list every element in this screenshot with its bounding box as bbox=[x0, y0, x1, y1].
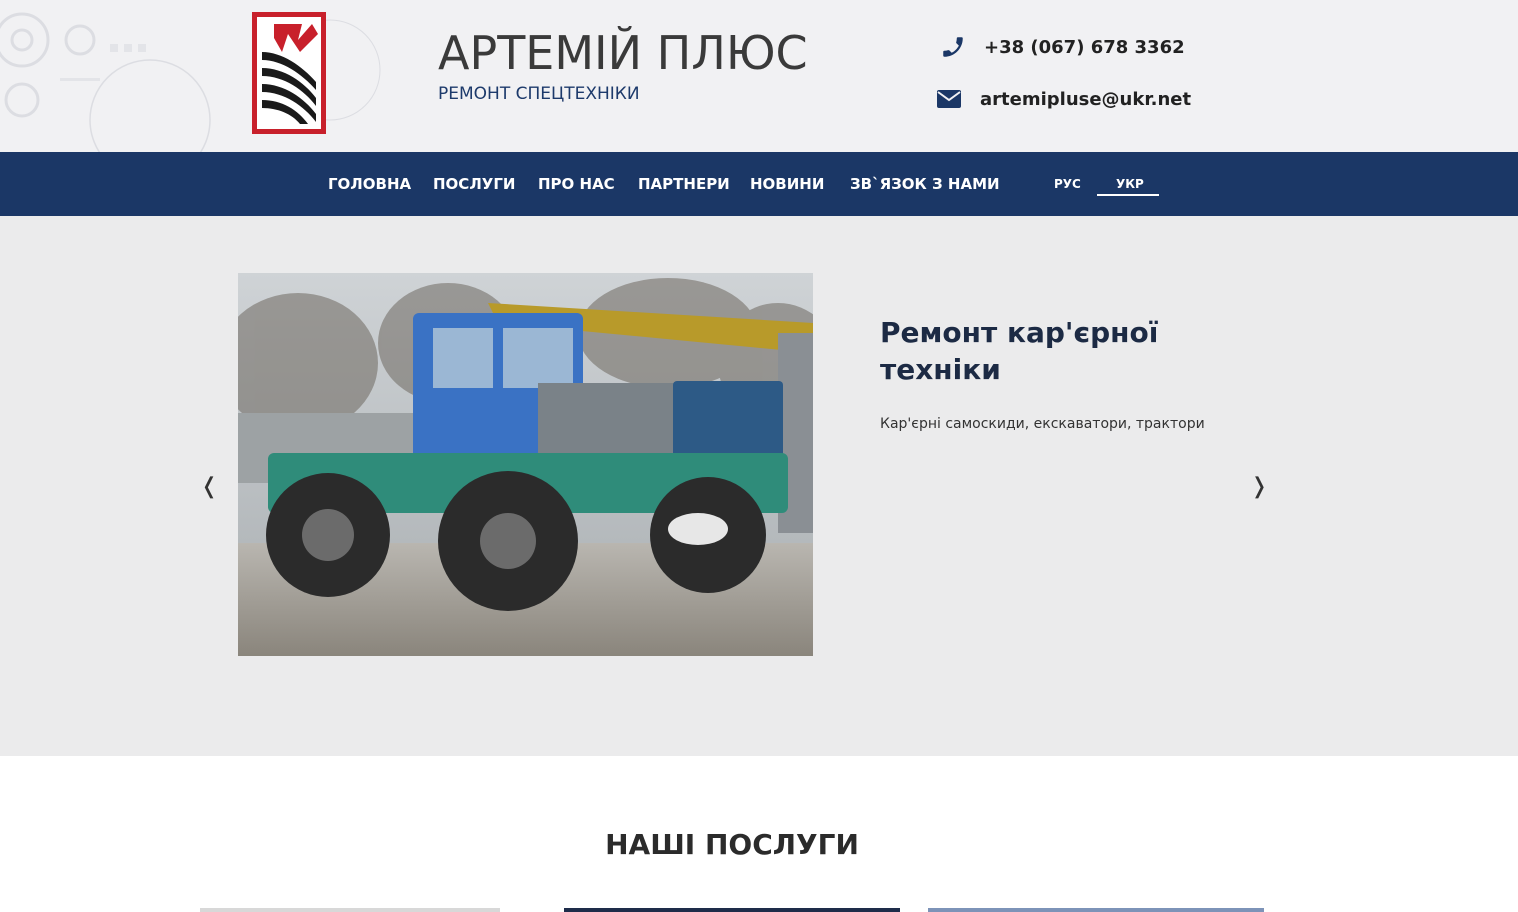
phone-contact[interactable]: +38 (067) 678 3362 bbox=[940, 34, 1185, 60]
nav-item-contact[interactable]: ЗВ`ЯЗОК З НАМИ bbox=[850, 175, 1000, 193]
service-card-2-edge bbox=[564, 908, 900, 912]
email-contact[interactable]: artemipluse@ukr.net bbox=[936, 86, 1191, 112]
main-navigation: ГОЛОВНА ПОСЛУГИ ПРО НАС ПАРТНЕРИ НОВИНИ … bbox=[0, 152, 1518, 216]
email-address: artemipluse@ukr.net bbox=[980, 88, 1192, 110]
gears-background-decoration bbox=[0, 12, 381, 152]
nav-item-services[interactable]: ПОСЛУГИ bbox=[433, 175, 515, 193]
company-logo-icon[interactable] bbox=[252, 12, 326, 134]
nav-item-partners[interactable]: ПАРТНЕРИ bbox=[638, 175, 730, 193]
active-language-indicator bbox=[1097, 194, 1159, 196]
service-card-1-edge bbox=[200, 908, 500, 912]
nav-item-home[interactable]: ГОЛОВНА bbox=[328, 175, 411, 193]
brand-title: АРТЕМІЙ ПЛЮС bbox=[438, 26, 808, 80]
language-ru-link[interactable]: РУС bbox=[1054, 177, 1081, 191]
nav-item-about[interactable]: ПРО НАС bbox=[538, 175, 615, 193]
nav-item-news[interactable]: НОВИНИ bbox=[750, 175, 824, 193]
language-uk-link[interactable]: УКР bbox=[1116, 177, 1144, 191]
envelope-icon bbox=[936, 86, 962, 112]
slider-prev-arrow[interactable]: ❬ bbox=[200, 474, 218, 499]
service-card-3-edge bbox=[928, 908, 1264, 912]
services-section-title: НАШІ ПОСЛУГИ bbox=[605, 828, 859, 861]
site-header: АРТЕМІЙ ПЛЮС РЕМОНТ СПЕЦТЕХНІКИ +38 (067… bbox=[0, 0, 1518, 152]
slider-next-arrow[interactable]: ❭ bbox=[1250, 474, 1268, 499]
phone-number: +38 (067) 678 3362 bbox=[984, 36, 1185, 58]
slide-description: Кар'єрні самоскиди, екскаватори, трактор… bbox=[880, 416, 1205, 432]
brand-subtitle: РЕМОНТ СПЕЦТЕХНІКИ bbox=[438, 84, 640, 104]
slide-title: Ремонт кар'єрної техніки bbox=[880, 316, 1159, 386]
phone-icon bbox=[940, 34, 966, 60]
hero-slider: ❬ Ремонт кар'єрної техніки Кар'єрні само… bbox=[0, 216, 1518, 756]
tractor-photo bbox=[238, 273, 813, 656]
